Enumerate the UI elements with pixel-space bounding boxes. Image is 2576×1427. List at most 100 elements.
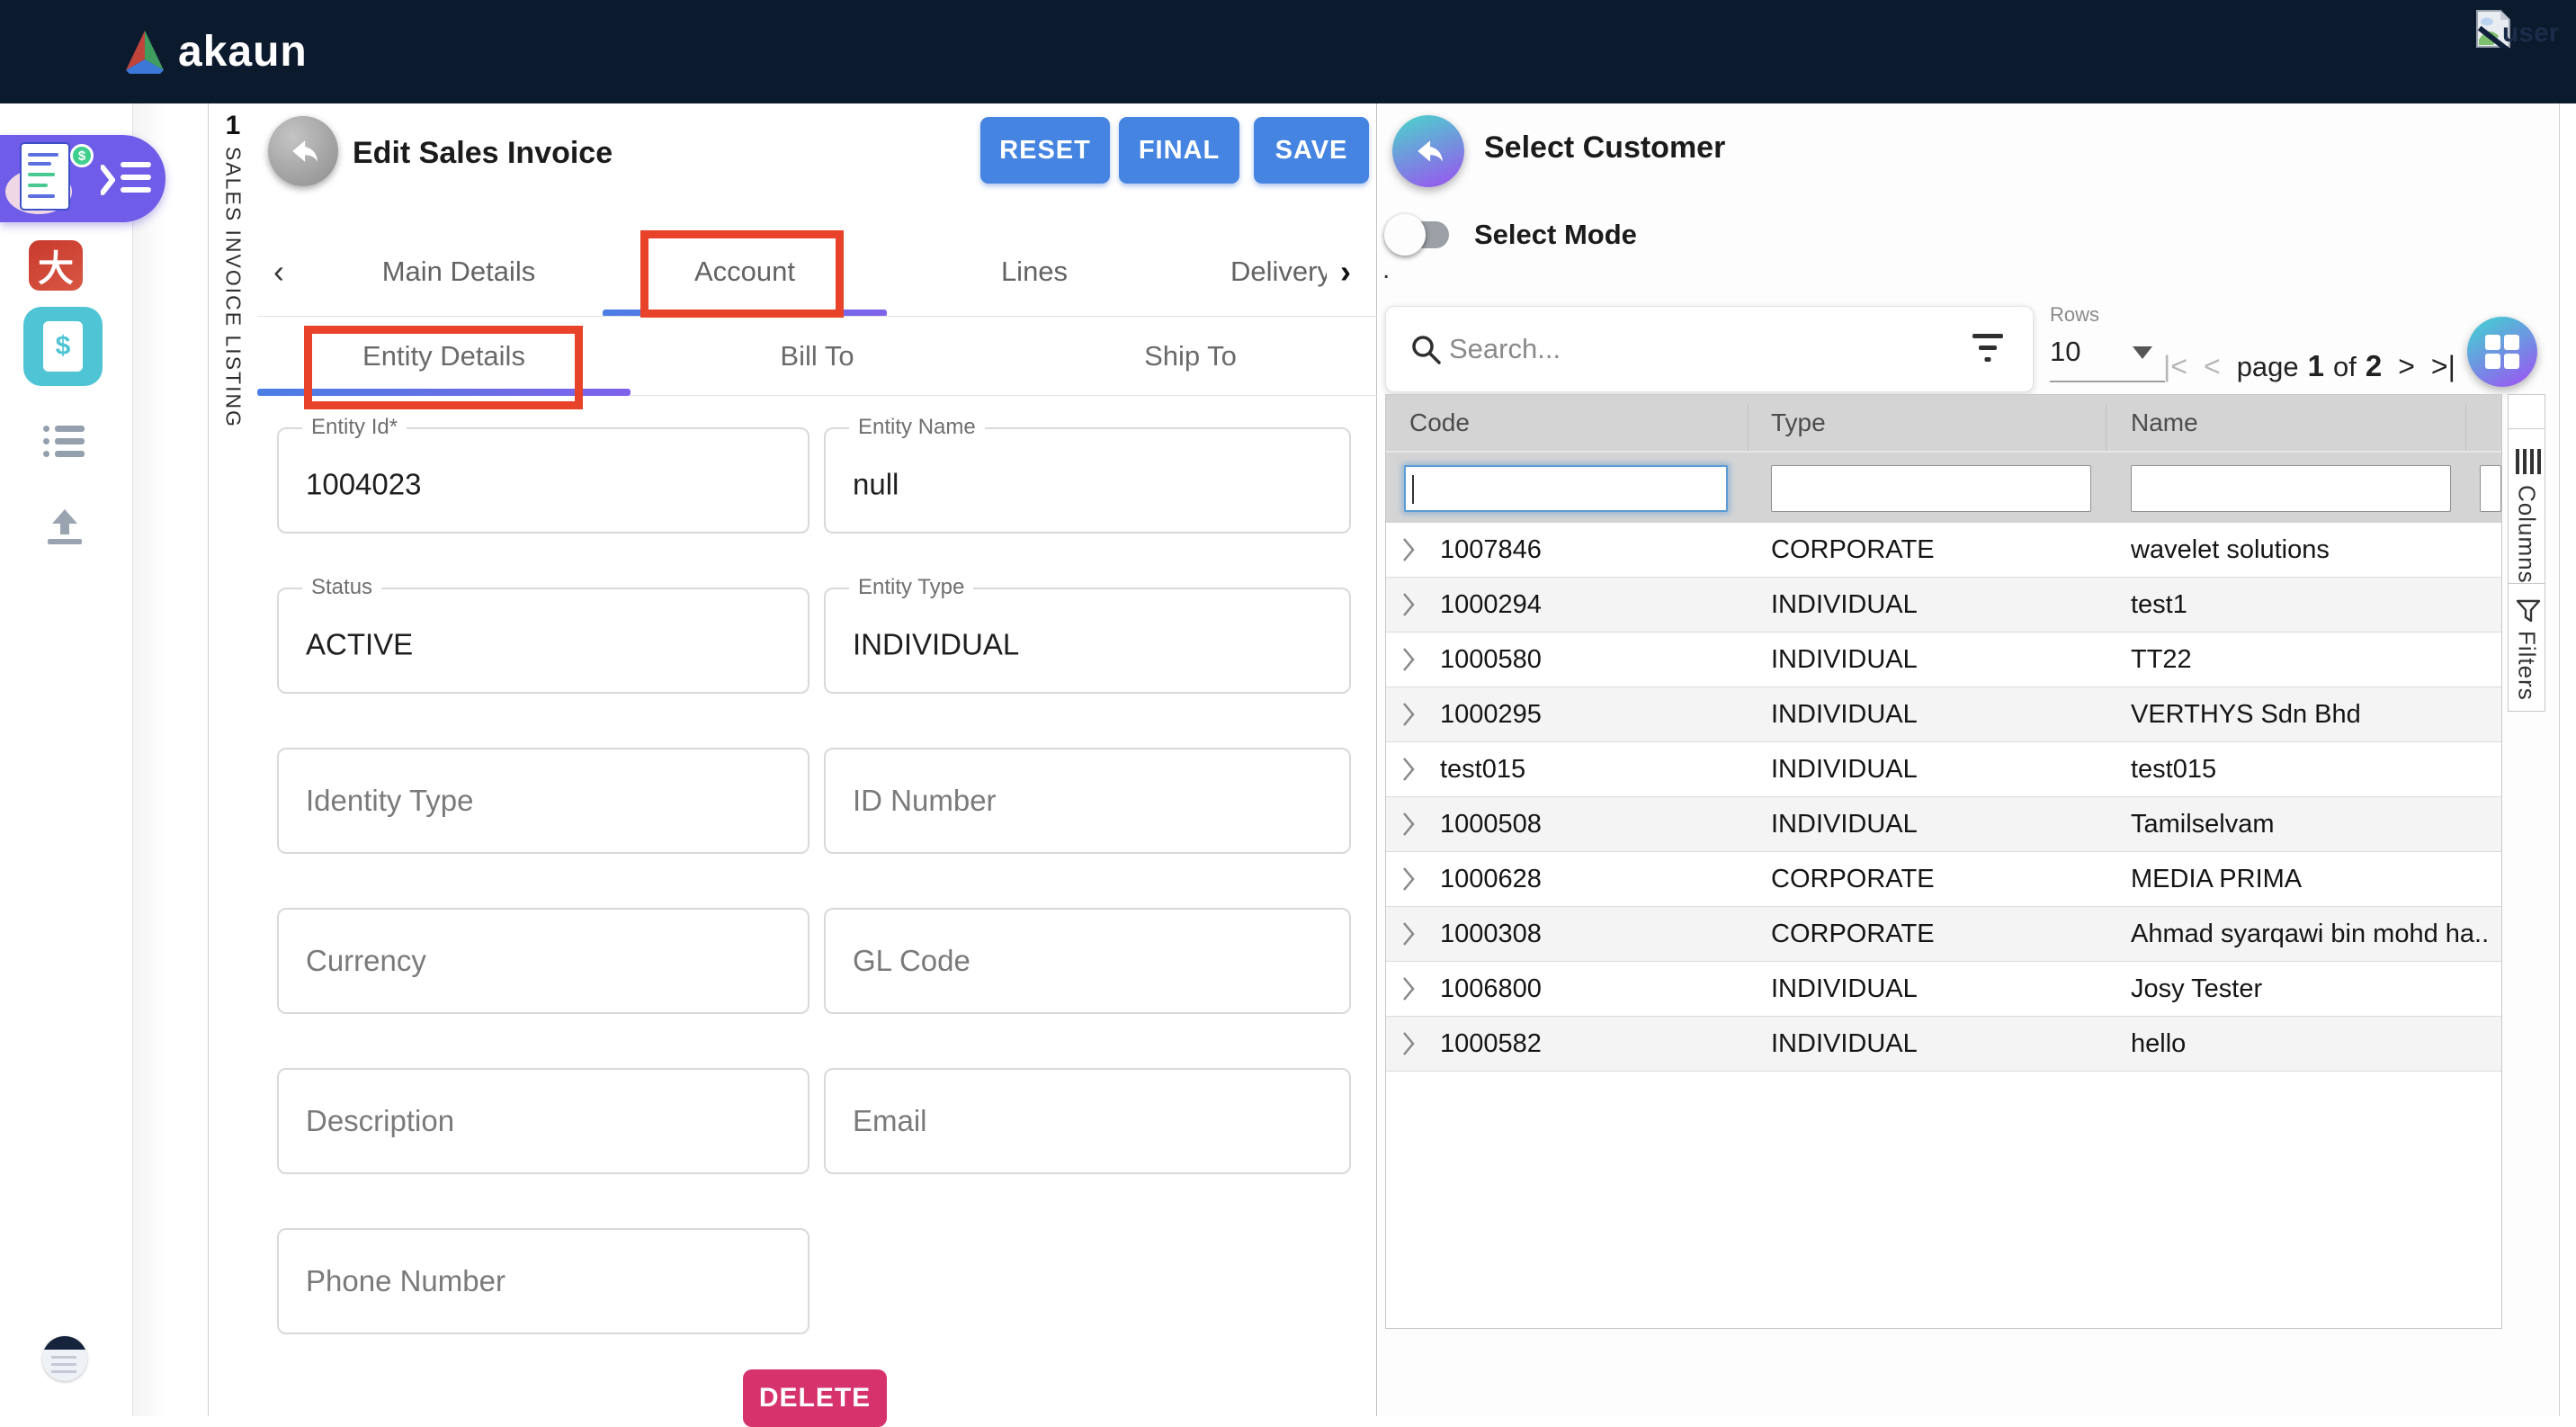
back-button[interactable] [268,116,338,186]
reset-button[interactable]: RESET [980,117,1110,184]
phone-number-field[interactable]: Phone Number [277,1228,809,1334]
table-row[interactable]: 1000628 CORPORATE MEDIA PRIMA [1386,852,2501,907]
expand-row-icon[interactable] [1402,537,1415,562]
first-page-button[interactable]: |< [2163,350,2187,383]
table-row[interactable]: test015 INDIVIDUAL test015 [1386,742,2501,797]
save-button[interactable]: SAVE [1254,117,1369,184]
tabs-scroll-right[interactable]: › [1333,227,1351,317]
final-button[interactable]: FINAL [1119,117,1239,184]
table-row[interactable]: 1000508 INDIVIDUAL Tamilselvam [1386,797,2501,852]
subtab-ship-to[interactable]: Ship To [1004,317,1377,396]
expand-row-icon[interactable] [1402,1031,1415,1056]
rows-per-page-select[interactable]: Rows 10 [2050,303,2167,393]
sidebar-item-billing[interactable]: $ [23,307,103,386]
brand[interactable]: akaun [124,0,308,103]
subtab-entity-details[interactable]: Entity Details [257,317,631,396]
search-input[interactable] [1449,307,1953,391]
invoice-doc-icon: $ [43,321,83,372]
expand-row-icon[interactable] [1402,866,1415,892]
module-rail[interactable]: 1 SALES INVOICE LISTING [209,103,257,1416]
expand-row-icon[interactable] [1402,592,1415,617]
table-row[interactable]: 1000295 INDIVIDUAL VERTHYS Sdn Bhd [1386,687,2501,742]
sidebar-item-listing[interactable] [43,420,85,462]
filter-sort-icon[interactable] [1972,334,2003,366]
customer-table: Code Type Name 1007846 CORPORATE wavelet… [1385,394,2502,1329]
filter-input-code[interactable] [1404,465,1728,512]
expand-row-icon[interactable] [1402,757,1415,782]
table-body: 1007846 CORPORATE wavelet solutions 1000… [1386,523,2501,1072]
table-row[interactable]: 1007846 CORPORATE wavelet solutions [1386,523,2501,578]
dollar-badge-icon: $ [70,144,94,167]
id-number-field[interactable]: ID Number [824,748,1351,854]
grid-icon [2484,334,2520,370]
side-tab-columns[interactable]: Columns [2508,429,2545,584]
filter-input-name[interactable] [2131,465,2451,512]
email-field[interactable]: Email [824,1068,1351,1174]
column-header-type[interactable]: Type [1771,395,1826,451]
side-tab-filters[interactable]: Filters [2508,584,2545,712]
entity-type-field[interactable]: Entity Type INDIVIDUAL [824,588,1351,694]
stray-mark: . [1382,255,1390,285]
next-page-button[interactable]: > [2398,350,2415,383]
mini-screenshot-icon [42,1336,87,1350]
tab-bar: ‹ Main Details Account Lines Delivery › [257,227,1377,317]
rows-value: 10 [2050,336,2080,368]
expand-row-icon[interactable] [1402,921,1415,947]
sidebar-item-mini-preview[interactable] [42,1336,87,1381]
grid-view-button[interactable] [2467,317,2537,387]
columns-icon [2516,449,2541,474]
column-header-name[interactable]: Name [2131,395,2198,451]
sidebar-item-sales-invoice[interactable]: $ [0,135,165,222]
identity-type-field[interactable]: Identity Type [277,748,809,854]
tab-main-details[interactable]: Main Details [315,227,603,317]
table-row[interactable]: 1006800 INDIVIDUAL Josy Tester [1386,962,2501,1017]
currency-field[interactable]: Currency [277,908,809,1014]
entity-id-field[interactable]: Entity Id* 1004023 [277,427,809,534]
tabs-scroll-left[interactable]: ‹ [273,227,284,317]
table-side-tabs: Columns Filters [2508,394,2545,712]
column-header-code[interactable]: Code [1409,395,1470,451]
tab-lines[interactable]: Lines [890,227,1178,317]
select-mode-toggle[interactable] [1390,220,1449,250]
edit-sales-invoice-panel: Edit Sales Invoice RESET FINAL SAVE ‹ Ma… [257,103,1377,1416]
table-row[interactable]: 1000294 INDIVIDUAL test1 [1386,578,2501,633]
delete-button[interactable]: DELETE [743,1369,887,1427]
active-tab-underline [603,310,887,317]
module-rail-label: SALES INVOICE LISTING [221,147,246,428]
user-avatar[interactable]: user [2475,9,2559,49]
last-page-button[interactable]: >| [2431,350,2455,383]
table-row[interactable]: 1000308 CORPORATE Ahmad syarqawi bin moh… [1386,907,2501,962]
table-filter-row [1386,451,2501,523]
page-title: Edit Sales Invoice [353,136,613,171]
filter-input-partial[interactable] [2480,465,2501,512]
brand-text: akaun [178,27,308,76]
pagination: |< < page 1 of 2 > >| [2163,346,2455,386]
top-navbar: akaun user [0,0,2576,103]
filter-input-type[interactable] [1771,465,2091,512]
expand-row-icon[interactable] [1402,976,1415,1001]
table-header: Code Type Name [1386,395,2501,451]
gl-code-field[interactable]: GL Code [824,908,1351,1014]
panel-title: Select Customer [1484,130,1725,166]
sidebar-item-upload[interactable] [47,507,83,546]
search-box[interactable] [1385,306,2034,392]
user-alt-text: user [2502,18,2559,49]
akaun-logo-icon [124,29,165,76]
expand-row-icon[interactable] [1402,702,1415,727]
sidebar-item-red-app[interactable]: 大 [29,240,83,291]
description-field[interactable]: Description [277,1068,809,1174]
expand-row-icon[interactable] [1402,812,1415,837]
table-row[interactable]: 1000580 INDIVIDUAL TT22 [1386,633,2501,687]
subtab-bill-to[interactable]: Bill To [631,317,1004,396]
search-icon [1409,333,1444,367]
table-row[interactable]: 1000582 INDIVIDUAL hello [1386,1017,2501,1072]
tab-account[interactable]: Account [603,227,887,317]
entity-name-field[interactable]: Entity Name null [824,427,1351,534]
expand-row-icon[interactable] [1402,647,1415,672]
tab-delivery[interactable]: Delivery [1178,227,1327,317]
active-subtab-underline [257,389,631,396]
status-field[interactable]: Status ACTIVE [277,588,809,694]
customer-back-button[interactable] [1392,115,1464,187]
prev-page-button[interactable]: < [2204,350,2221,383]
scrollbar-gutter[interactable] [2559,103,2576,1416]
